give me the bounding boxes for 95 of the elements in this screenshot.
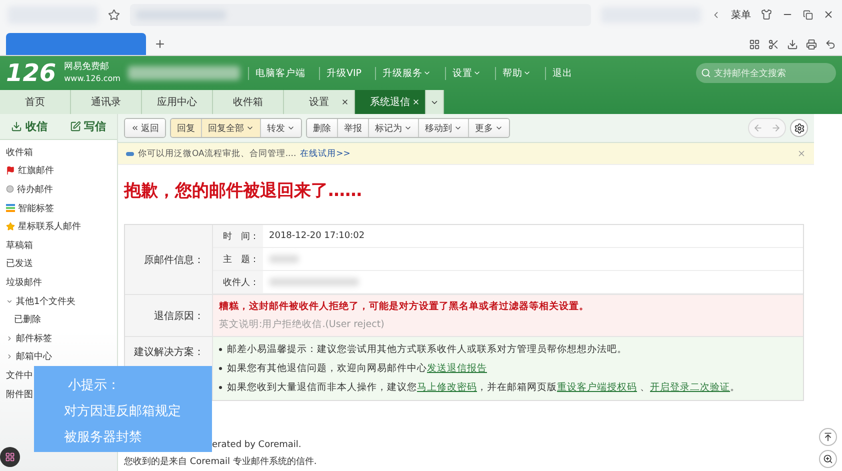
reason-text: 糟糕，这封邮件被收件人拒绝了，可能是对方设置了黑名单或者过滤器等相关设置。 (219, 300, 590, 313)
row-label: 退信原因： (125, 295, 213, 337)
folder-item[interactable]: 邮箱中心 (0, 348, 117, 366)
folder-item[interactable]: 智能标签 (0, 198, 117, 218)
close-icon[interactable] (341, 98, 349, 106)
nav-link[interactable]: 升级VIP (319, 66, 368, 80)
folder-item[interactable]: 待办邮件 (0, 180, 117, 199)
flag-icon (6, 166, 15, 176)
download-icon (11, 121, 22, 132)
menu-link[interactable]: 菜单 (731, 8, 751, 22)
bullet-icon (219, 386, 222, 389)
bullet-icon (219, 367, 222, 370)
star-icon (6, 222, 15, 232)
suggestion-link[interactable]: 开启登录二次验证 (650, 382, 730, 393)
search-icon (701, 68, 711, 78)
reason-detail: 英文说明:用户拒绝收信.(User reject) (219, 318, 386, 331)
zoom-in-icon (823, 454, 833, 464)
shirt-icon[interactable] (761, 9, 772, 20)
suggestion-link[interactable]: 重设客户端授权码 (557, 382, 637, 393)
folder-item[interactable]: 已删除 (0, 310, 117, 329)
restore-icon[interactable] (803, 10, 813, 20)
printer-icon[interactable] (806, 39, 817, 50)
notice-text: 你可以用泛微OA流程审批、合同管理.... (138, 148, 296, 160)
new-tab-icon[interactable] (154, 38, 166, 50)
back-to-top-button[interactable] (819, 428, 837, 446)
suggestion-text: 如果您收到大量退信而非本人操作，建议您马上修改密码，并在邮箱网页版重设客户端授权码 、开启登录二次验证。 (227, 381, 740, 394)
circle-icon (6, 185, 14, 194)
folder-item[interactable]: 其他1个文件夹 (0, 292, 117, 310)
folder-item[interactable]: 红旗邮件 (0, 162, 117, 180)
logo-url: www.126.com (64, 73, 120, 85)
logo-name: 网易免费邮 (64, 61, 110, 73)
footer-text: 您收到的是来自 Coremail 专业邮件系统的信件. (124, 456, 317, 468)
field-label: 时 间： (213, 225, 263, 248)
folder-item[interactable]: 草稿箱 (0, 236, 117, 255)
field-label: 收件人： (213, 271, 263, 294)
blurred-area (269, 255, 299, 263)
close-icon[interactable] (823, 9, 834, 20)
folder-item[interactable]: 垃圾邮件 (0, 273, 117, 292)
toolbar-button[interactable]: 转发 (261, 119, 301, 137)
undo-icon[interactable] (825, 39, 836, 50)
page-title: 抱歉，您的邮件被退回来了…… (124, 180, 363, 202)
suggestion-link[interactable]: 发送退信报告 (427, 363, 487, 374)
grid-icon[interactable] (749, 39, 760, 50)
nav-link[interactable]: 电脑客户端 (248, 66, 312, 80)
scissors-icon[interactable] (768, 39, 779, 50)
arrow-left-icon (753, 123, 763, 133)
pen-icon (70, 121, 81, 132)
field-label: 主 题： (213, 248, 263, 271)
double-chevron-icon (131, 124, 139, 132)
toolbar-button[interactable]: 删除 (307, 119, 338, 137)
trial-link[interactable]: 在线试用>> (300, 148, 350, 160)
stripes-icon (6, 204, 15, 212)
folder-item[interactable]: 星标联系人邮件 (0, 217, 117, 236)
toolbar-button[interactable]: 举报 (338, 119, 369, 137)
tip-title: 小提示： (67, 377, 121, 394)
grid-icon (5, 452, 15, 462)
toolbar-button[interactable]: 返回 (125, 119, 165, 137)
tip-text: 对方因违反邮箱规定 (64, 403, 182, 420)
nav-link[interactable]: 帮助 (495, 66, 538, 80)
folder-item[interactable]: 邮件标签 (0, 328, 117, 348)
tab[interactable]: 应用中心 (142, 90, 213, 114)
zoom-button[interactable] (819, 450, 837, 468)
row-label: 原邮件信息： (125, 225, 213, 295)
settings-icon (794, 122, 804, 134)
arrow-up-icon (823, 432, 833, 442)
arrow-right-icon (771, 123, 781, 133)
toolbar-button[interactable]: 移动到 (419, 119, 469, 137)
toolbar-button[interactable]: 更多 (469, 119, 509, 137)
toolbar-button[interactable]: 回复全部 (202, 119, 261, 137)
tip-text: 被服务器封禁 (64, 429, 143, 446)
footer-text: erated by Coremail. (212, 440, 302, 450)
logo-number: 126 (6, 59, 56, 87)
settings-button[interactable] (790, 119, 808, 137)
tab[interactable]: 收件箱 (213, 90, 284, 114)
nav-link[interactable]: 升级服务 (375, 66, 438, 80)
download-icon[interactable] (787, 39, 798, 50)
nav-link[interactable]: 设置 (445, 66, 488, 80)
tab[interactable]: 通讯录 (71, 90, 142, 114)
tab[interactable]: 设置 (284, 90, 355, 114)
suggestion-link[interactable]: 马上修改密码 (417, 382, 477, 393)
suggestion-text: 邮差小易温馨提示：建议您尝试用其他方式联系收件人或联系对方管理员帮你想想办法吧。 (227, 343, 627, 356)
receive-button[interactable]: 收信 (0, 114, 58, 139)
toolbar-button[interactable]: 标记为 (369, 119, 419, 137)
tab[interactable]: 系统退信 (355, 90, 426, 114)
field-value: 2018-12-20 17:10:02 (263, 225, 803, 248)
folder-item[interactable]: 已发送 (0, 254, 117, 274)
bookmark-icon[interactable] (108, 8, 120, 21)
promo-icon (126, 152, 134, 156)
tab[interactable]: 首页 (0, 90, 71, 114)
bullet-icon (219, 348, 222, 351)
compose-button[interactable]: 写信 (58, 114, 117, 139)
nav-link[interactable]: 退出 (545, 66, 578, 80)
toolbar-button[interactable]: 回复 (171, 119, 202, 137)
suggestion-text: 如果您有其他退信问题，欢迎向网易邮件中心发送退信报告 (227, 362, 487, 375)
folder-item[interactable]: 收件箱 (0, 143, 117, 162)
